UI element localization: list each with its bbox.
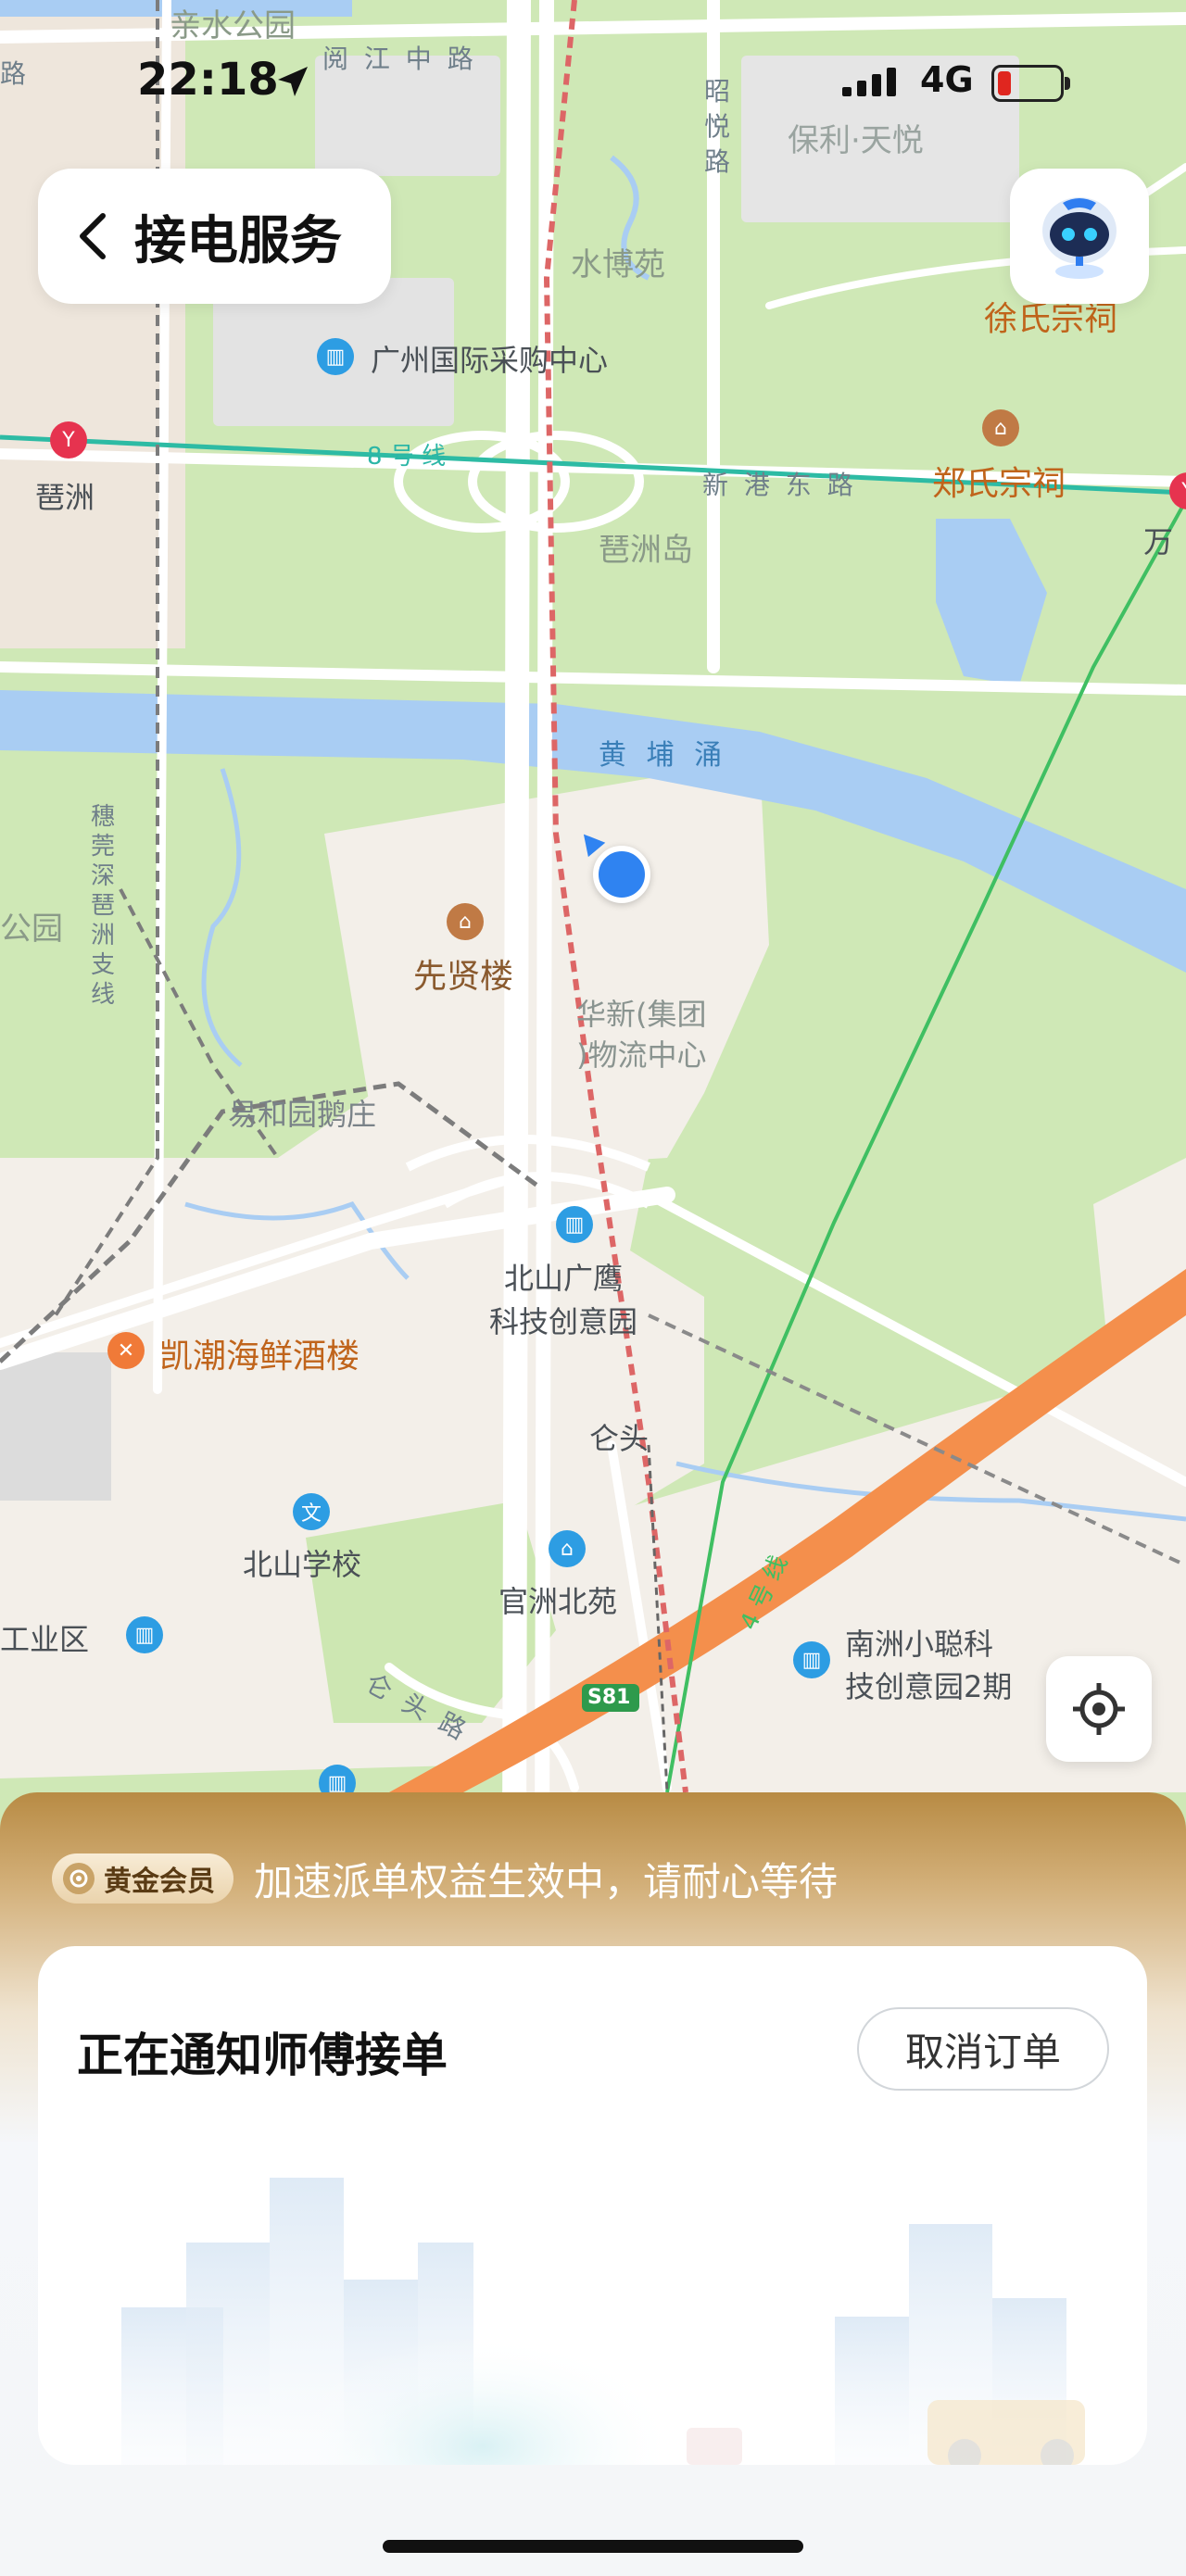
map-label: 先贤楼 (413, 958, 514, 996)
signal-icon (842, 68, 896, 96)
member-benefit-message: 加速派单权益生效中，请耐心等待 (254, 1858, 839, 1904)
current-location-marker (593, 846, 650, 903)
back-button[interactable] (69, 208, 116, 264)
building-icon: ▥ (126, 1616, 163, 1653)
map-label: 广州国际采购中心 (371, 343, 609, 378)
map-label: 凯潮海鲜酒楼 (159, 1338, 360, 1376)
map-label: 琶洲岛 (599, 532, 693, 569)
order-status-sheet: 黄金会员 加速派单权益生效中，请耐心等待 正在通知师傅接单 取消订单 (0, 1792, 1186, 2576)
map-label: 仑头 (589, 1421, 650, 1456)
museum-icon: ⌂ (447, 903, 484, 940)
home-indicator[interactable] (383, 2540, 803, 2553)
map-label: 华新(集团 (576, 997, 707, 1032)
page-title: 接电服务 (134, 210, 342, 271)
map-label: 公园 (0, 911, 63, 948)
school-icon: 文 (293, 1493, 330, 1530)
order-status-title: 正在通知师傅接单 (77, 2029, 448, 2082)
battery-icon (991, 65, 1070, 102)
robot-assistant-icon (1042, 197, 1117, 279)
map-label: 技创意园2期 (845, 1669, 1013, 1704)
cancel-order-button[interactable]: 取消订单 (857, 2007, 1109, 2091)
temple-icon: ⌂ (982, 409, 1019, 446)
map-label: 北山广鹰 (504, 1261, 624, 1296)
gold-member-badge: 黄金会员 (52, 1853, 233, 1904)
map-label: 8 号 线 (367, 443, 447, 471)
member-benefit-row: 黄金会员 加速派单权益生效中，请耐心等待 (52, 1848, 838, 1909)
status-time: 22:18 (137, 54, 279, 106)
chevron-left-icon (80, 213, 106, 259)
map-label: 琶洲 (35, 480, 95, 515)
location-arrow-icon (278, 67, 308, 96)
building-icon: ▥ (556, 1206, 593, 1243)
member-medal-icon (63, 1863, 95, 1894)
map-label: 穗 莞 深 琶 洲 支 线 (91, 803, 116, 1009)
map-label: 官洲北苑 (498, 1584, 618, 1619)
map-label: 新 港 东 路 (702, 470, 857, 500)
map-label: 亲水公园 (170, 7, 296, 44)
crosshair-icon (1073, 1683, 1125, 1735)
building-icon: ▥ (317, 338, 354, 375)
assistant-button[interactable] (1010, 169, 1149, 304)
member-badge-label: 黄金会员 (104, 1866, 215, 1898)
map-label: 郑氏宗祠 (932, 465, 1066, 503)
city-illustration (121, 2178, 1085, 2465)
network-type: 4G (920, 59, 974, 100)
map-label: 北山学校 (243, 1547, 362, 1582)
map-label: 工业区 (0, 1622, 90, 1657)
map-label: 保利·天悦 (788, 122, 924, 159)
map-label: 南洲小聪科 (845, 1627, 994, 1662)
app-screen: ▥ Y ⌂ Y ⌂ ▥ ✕ 文 ⌂ ▥ ▥ ▥ 亲水公园 路 阅 江 中 路 昭… (0, 0, 1186, 2576)
building-icon: ▥ (793, 1641, 830, 1678)
residence-icon: ⌂ (549, 1530, 586, 1567)
restaurant-icon: ✕ (107, 1332, 145, 1369)
map-label: 易和园鹅庄 (228, 1097, 377, 1132)
locate-button[interactable] (1046, 1656, 1152, 1762)
map-label: S81 (587, 1686, 631, 1709)
map-label: 水博苑 (571, 246, 665, 283)
map-label: )物流中心 (576, 1037, 707, 1073)
map-label: 黄 埔 涌 (599, 739, 728, 772)
header-title-pill: 接电服务 (38, 169, 391, 304)
map-label: 万 (1143, 524, 1174, 559)
status-bar: 22:18 4G (0, 54, 1186, 109)
metro-station-icon: Y (50, 421, 87, 459)
order-status-card: 正在通知师傅接单 取消订单 (38, 1946, 1147, 2465)
map-label: 科技创意园 (489, 1304, 638, 1339)
